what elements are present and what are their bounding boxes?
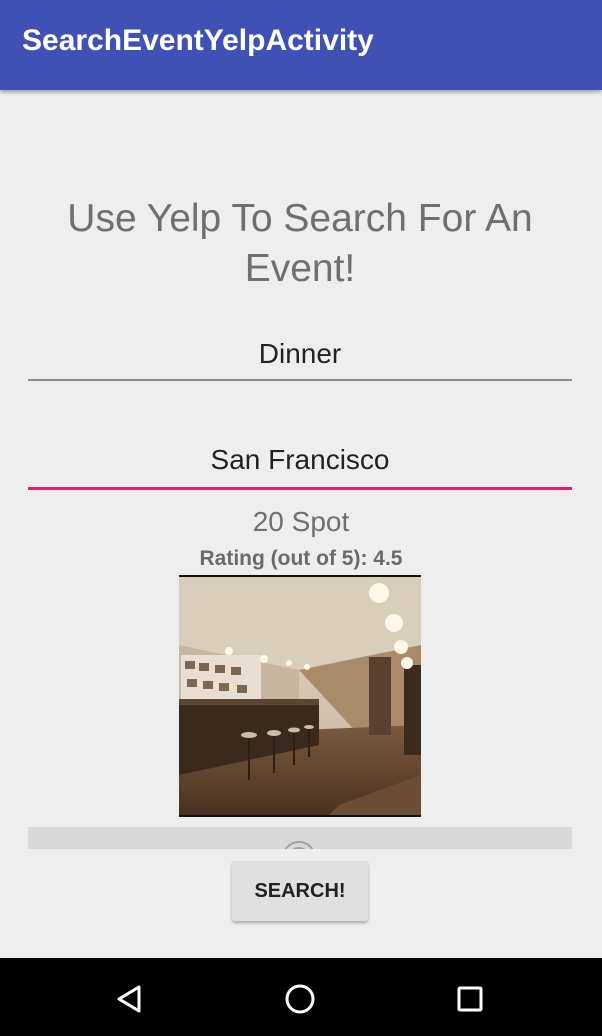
- result-photo: [179, 575, 421, 817]
- back-icon[interactable]: [107, 977, 151, 1021]
- page-heading: Use Yelp To Search For An Event!: [67, 197, 533, 290]
- map-placeholder: [28, 827, 572, 849]
- search-term-value[interactable]: Dinner: [28, 338, 572, 370]
- app-title: SearchEventYelpActivity: [22, 24, 374, 57]
- recents-icon[interactable]: [448, 977, 492, 1021]
- location-field[interactable]: San Francisco: [28, 444, 572, 490]
- app-bar: SearchEventYelpActivity: [0, 0, 602, 90]
- search-button[interactable]: SEARCH!: [232, 861, 368, 921]
- system-navigation-bar: [0, 958, 602, 1036]
- home-icon[interactable]: [278, 977, 322, 1021]
- location-underline-focused: [28, 487, 572, 490]
- location-value[interactable]: San Francisco: [28, 444, 572, 476]
- search-term-underline: [28, 379, 572, 381]
- search-term-field[interactable]: Dinner: [28, 338, 572, 381]
- result-rating: Rating (out of 5): 4.5: [199, 547, 403, 570]
- restaurant-interior-image: [179, 577, 421, 815]
- result-name: 20 Spot: [252, 506, 350, 537]
